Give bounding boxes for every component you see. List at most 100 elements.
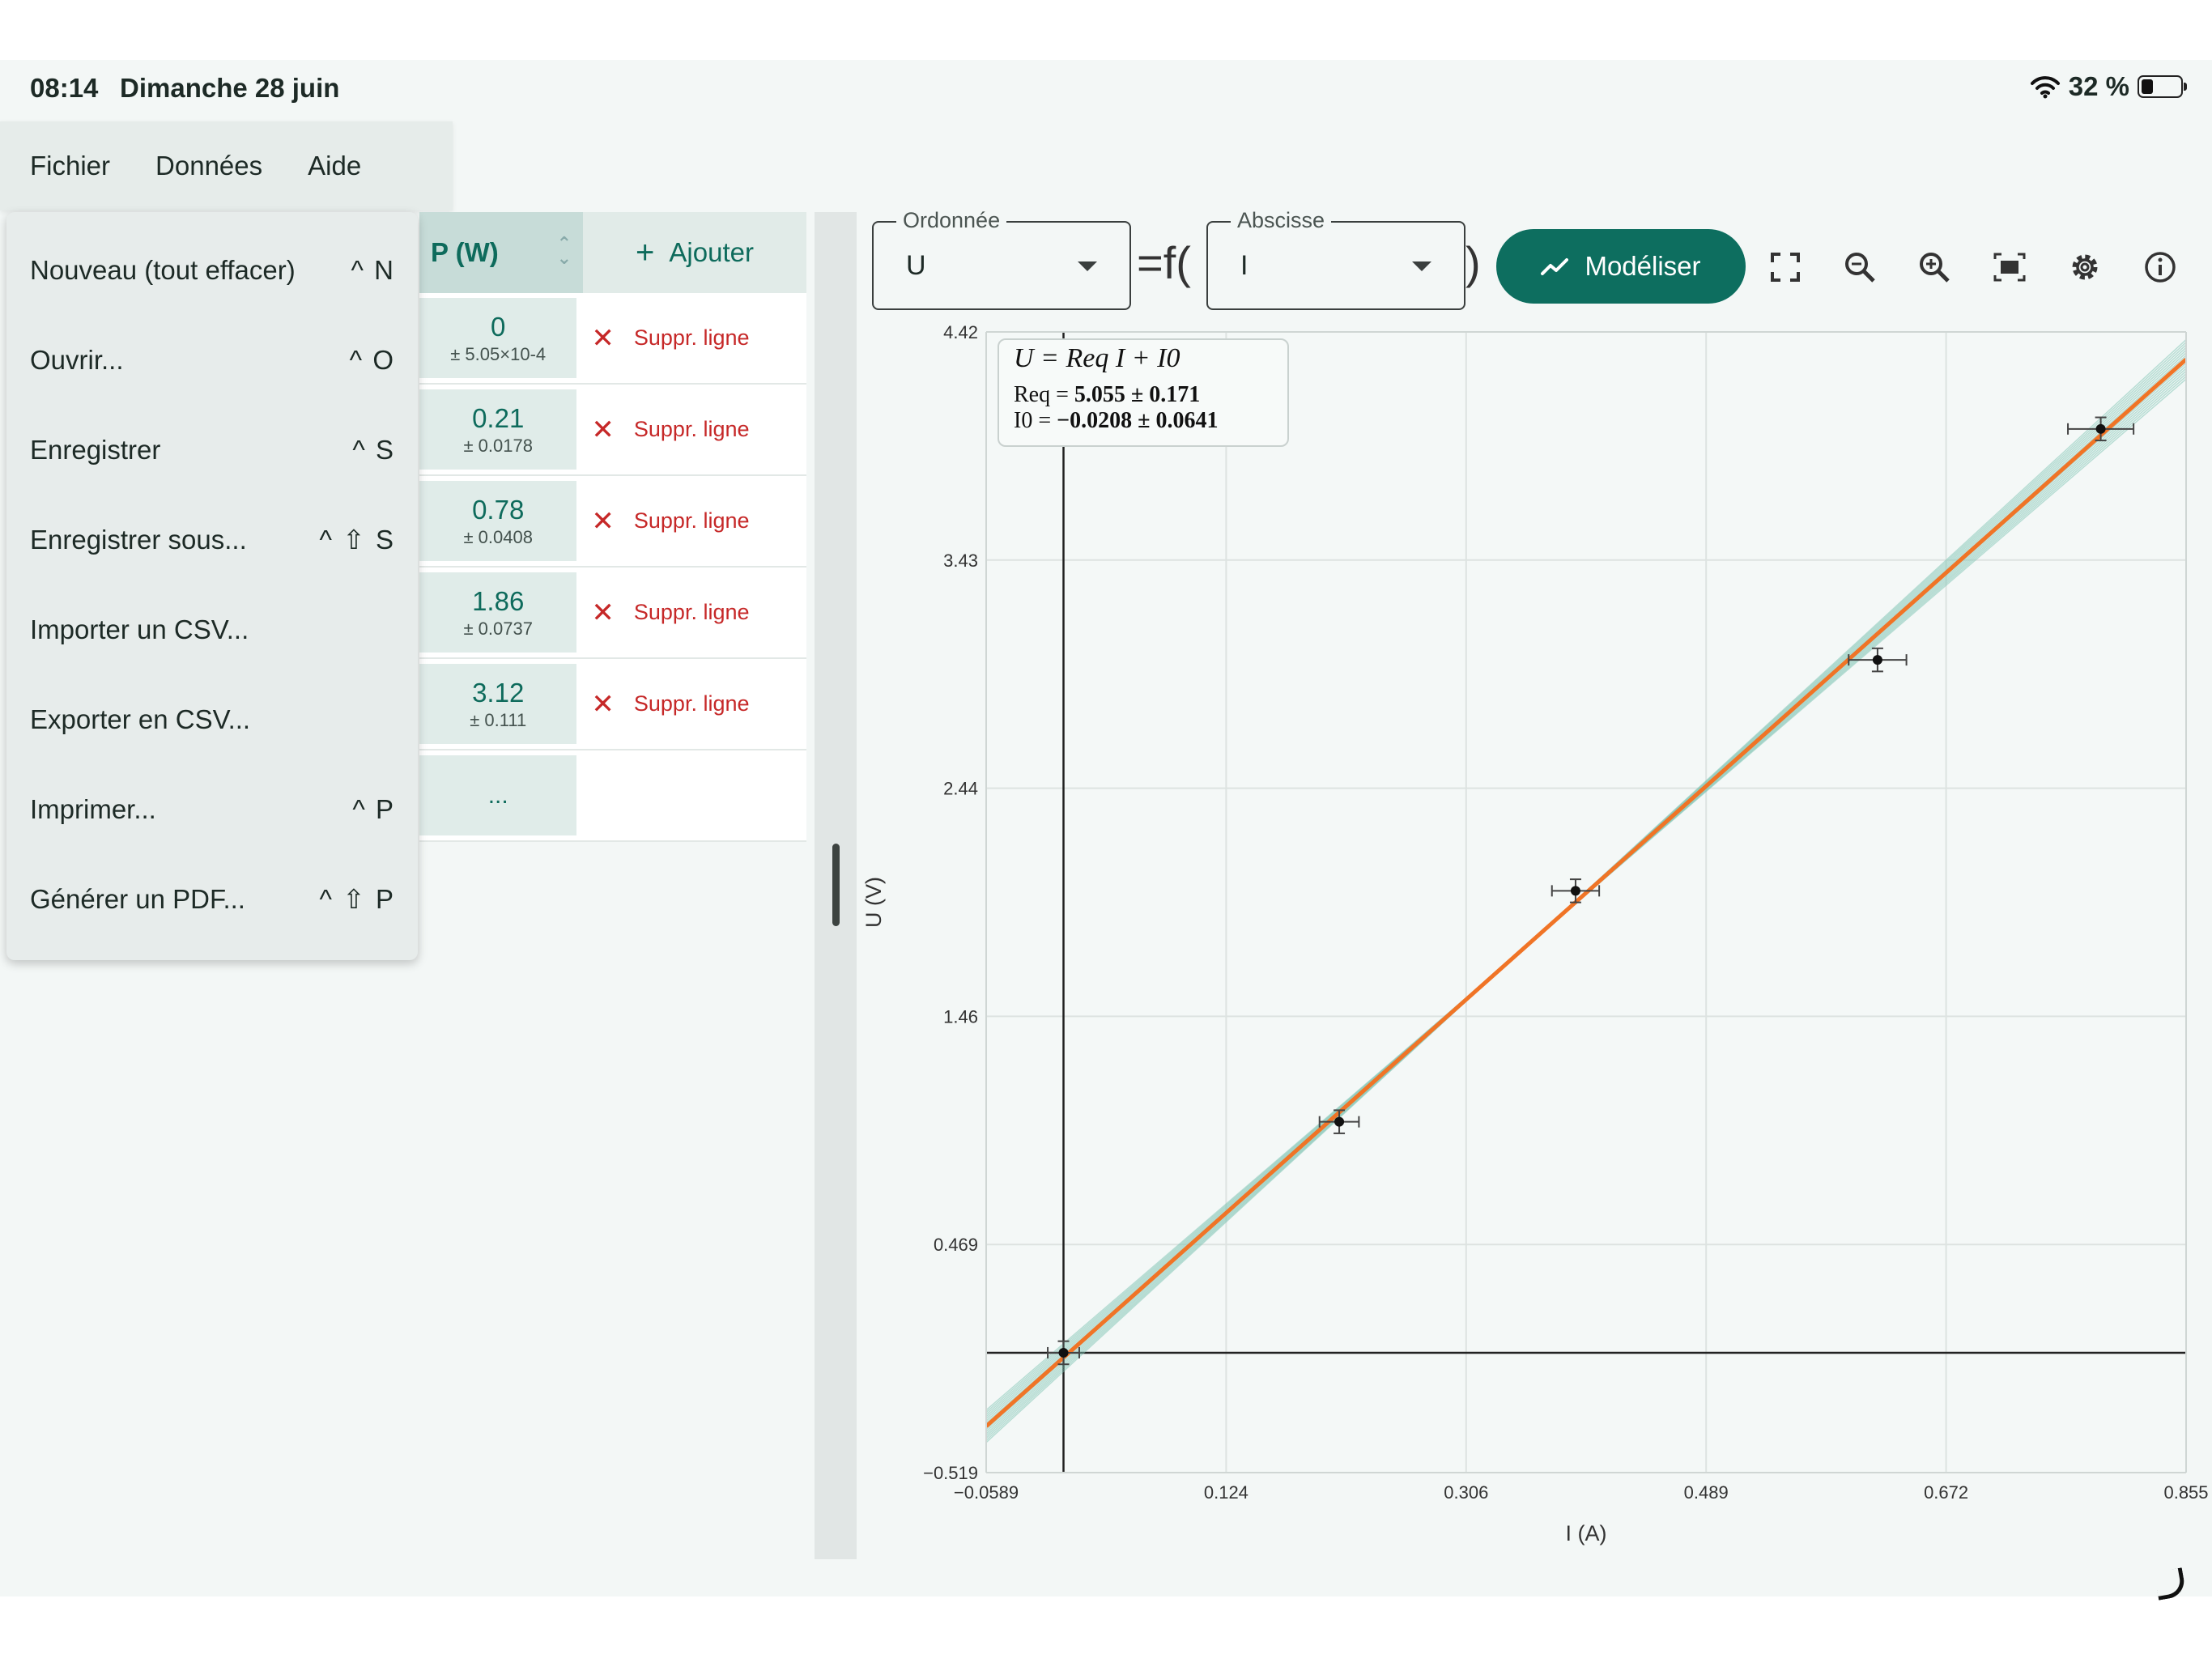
data-point <box>2095 423 2106 434</box>
cell-uncertainty: ± 0.0178 <box>463 435 533 456</box>
chevron-down-icon <box>1412 261 1431 271</box>
menu-fichier[interactable]: Fichier <box>30 151 110 181</box>
function-close-paren: ) <box>1465 237 1481 288</box>
delete-row-button[interactable]: ✕ Suppr. ligne <box>576 568 806 657</box>
param-row: Req = 5.055 ± 0.171 <box>1014 382 1201 407</box>
menu-aide[interactable]: Aide <box>308 151 361 181</box>
menu-item-new[interactable]: Nouveau (tout effacer) ^ N <box>6 225 418 315</box>
data-point <box>1058 1347 1069 1358</box>
more-indicator: ... <box>487 781 508 809</box>
y-axis-title: U (V) <box>861 877 886 928</box>
left-mask <box>858 316 986 1559</box>
data-point <box>1872 655 1882 665</box>
delete-row-button[interactable]: ✕ Suppr. ligne <box>576 385 806 474</box>
data-point <box>1570 886 1580 896</box>
delete-row-button[interactable]: ✕ Suppr. ligne <box>576 293 806 383</box>
delete-row-label: Suppr. ligne <box>633 325 750 350</box>
plus-icon: + <box>636 234 655 270</box>
fullscreen-icon[interactable] <box>1767 249 1803 285</box>
table-cell[interactable]: 0.78 ± 0.0408 <box>419 481 577 561</box>
menu-item-shortcut: ^ ⇧ P <box>319 884 395 914</box>
menu-item-shortcut: ^ P <box>352 793 395 824</box>
y-tick-label: 0.469 <box>934 1235 978 1255</box>
ordinate-select[interactable]: Ordonnée U <box>872 208 1131 310</box>
ordinate-label: Ordonnée <box>896 208 1007 233</box>
delete-row-button[interactable]: ✕ Suppr. ligne <box>576 659 806 749</box>
info-icon[interactable] <box>2142 249 2178 285</box>
model-button[interactable]: Modéliser <box>1496 229 1746 304</box>
cell-value: 0 <box>491 311 506 342</box>
settings-icon[interactable] <box>2067 249 2103 285</box>
splitter-handle[interactable] <box>832 844 840 926</box>
menu-item-save-as[interactable]: Enregistrer sous... ^ ⇧ S <box>6 495 418 585</box>
y-tick-label: 1.46 <box>943 1006 978 1027</box>
new-cell[interactable]: ... <box>419 755 577 835</box>
menu-item-label: Imprimer... <box>30 793 156 824</box>
function-equals: =f( <box>1137 237 1191 288</box>
table-header: P (W) ⌃ ⌄ + Ajouter <box>419 212 806 293</box>
abscissa-label: Abscisse <box>1231 208 1332 233</box>
model-legend: U = Req I + I0 Req = 5.055 ± 0.171 I0 = … <box>998 338 1289 447</box>
menu-item-pdf[interactable]: Générer un PDF... ^ ⇧ P <box>6 854 418 944</box>
param-name: Req <box>1014 382 1051 407</box>
delete-row-button[interactable]: ✕ Suppr. ligne <box>576 476 806 566</box>
menu-bar: Fichier Données Aide <box>0 121 453 210</box>
zoom-out-icon[interactable] <box>1842 249 1878 285</box>
menu-item-shortcut: ^ S <box>352 434 395 465</box>
menu-item-import-csv[interactable]: Importer un CSV... <box>6 585 418 674</box>
table-cell[interactable]: 1.86 ± 0.0737 <box>419 572 577 653</box>
menu-item-shortcut: ^ ⇧ S <box>319 525 395 555</box>
delete-row-label: Suppr. ligne <box>633 600 750 624</box>
model-equation: U = Req I + I0 <box>1014 343 1180 373</box>
table-row: 1.86 ± 0.0737 ✕ Suppr. ligne <box>419 568 806 659</box>
fit-view-icon[interactable] <box>1992 249 2027 285</box>
cell-value: 0.78 <box>472 494 525 525</box>
menu-item-label: Générer un PDF... <box>30 883 245 914</box>
menu-item-print[interactable]: Imprimer... ^ P <box>6 764 418 854</box>
close-icon: ✕ <box>591 688 615 720</box>
table-cell[interactable]: 0 ± 5.05×10-4 <box>419 298 577 378</box>
close-icon: ✕ <box>591 505 615 537</box>
sort-icon[interactable]: ⌃ ⌄ <box>557 235 572 267</box>
cell-value: 3.12 <box>472 677 525 708</box>
chevron-down-icon <box>1078 261 1097 271</box>
model-button-label: Modéliser <box>1585 251 1701 281</box>
data-table: P (W) ⌃ ⌄ + Ajouter 0 ± 5.05×10-4 ✕ Suppr. … <box>419 212 806 842</box>
x-tick-label: 0.489 <box>1684 1482 1729 1503</box>
menu-item-export-csv[interactable]: Exporter en CSV... <box>6 674 418 764</box>
close-icon: ✕ <box>591 597 615 628</box>
panel-splitter[interactable] <box>815 212 857 1559</box>
top-mask <box>858 316 2212 332</box>
menu-donnees[interactable]: Données <box>155 151 262 181</box>
scatter-chart[interactable]: −0.0589 0.124 0.306 0.489 0.672 0.855 −0.519 0.… <box>858 316 2212 1559</box>
cell-uncertainty: ± 0.0737 <box>463 618 533 639</box>
column-header-p[interactable]: P (W) ⌃ ⌄ <box>419 212 583 293</box>
menu-item-save[interactable]: Enregistrer ^ S <box>6 405 418 495</box>
abscissa-select[interactable]: Abscisse I <box>1206 208 1465 310</box>
cell-value: 1.86 <box>472 585 525 616</box>
menu-item-open[interactable]: Ouvrir... ^ O <box>6 315 418 405</box>
table-row: 0.21 ± 0.0178 ✕ Suppr. ligne <box>419 385 806 476</box>
menu-item-label: Nouveau (tout effacer) <box>30 254 296 285</box>
cell-value: 0.21 <box>472 402 525 433</box>
table-cell[interactable]: 3.12 ± 0.111 <box>419 664 577 744</box>
column-header-label: P (W) <box>431 237 499 267</box>
delete-row-label: Suppr. ligne <box>633 508 750 533</box>
trend-icon <box>1541 258 1569 275</box>
table-row: 0 ± 5.05×10-4 ✕ Suppr. ligne <box>419 293 806 385</box>
file-menu: Nouveau (tout effacer) ^ N Ouvrir... ^ O E… <box>6 212 418 960</box>
param-value: 5.055 ± 0.171 <box>1074 382 1201 407</box>
table-cell[interactable]: 0.21 ± 0.0178 <box>419 389 577 470</box>
x-tick-label: 0.672 <box>1924 1482 1968 1503</box>
x-tick-label: 0.855 <box>2163 1482 2208 1503</box>
menu-item-label: Ouvrir... <box>30 344 124 375</box>
plot-area[interactable]: −0.0589 0.124 0.306 0.489 0.672 0.855 −0.519 0.… <box>858 316 2212 1559</box>
zoom-in-icon[interactable] <box>1916 249 1952 285</box>
cell-uncertainty: ± 5.05×10-4 <box>450 343 547 364</box>
add-column-button[interactable]: + Ajouter <box>583 212 806 293</box>
close-icon: ✕ <box>591 414 615 445</box>
battery-icon <box>2138 75 2187 98</box>
table-row: 3.12 ± 0.111 ✕ Suppr. ligne <box>419 659 806 750</box>
cell-uncertainty: ± 0.0408 <box>463 526 533 547</box>
empty-cell <box>576 750 806 840</box>
